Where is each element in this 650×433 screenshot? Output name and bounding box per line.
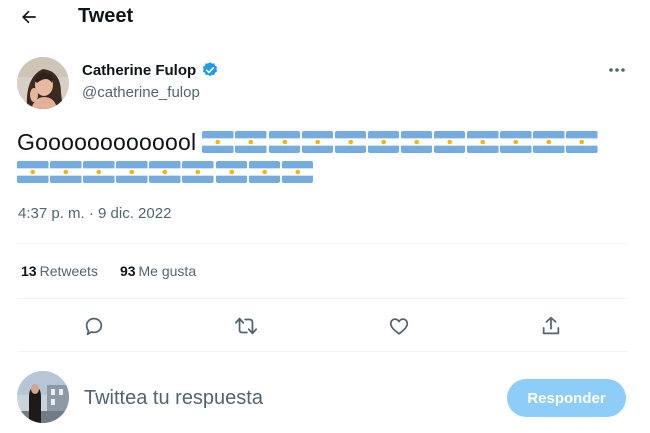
tweet-timestamp[interactable]: 4:37 p. m. · 9 dic. 2022 — [18, 205, 171, 222]
likes-stat[interactable]: 93 Me gusta — [120, 263, 196, 279]
tweet-stats: 13 Retweets 93 Me gusta — [21, 263, 196, 279]
reply-input[interactable] — [84, 384, 474, 412]
author-display-name[interactable]: Catherine Fulop — [82, 62, 196, 79]
argentina-flag-emoji — [533, 131, 565, 153]
argentina-flag-emoji — [268, 131, 300, 153]
divider — [17, 351, 628, 352]
top-bar: Tweet — [0, 0, 650, 34]
verified-badge-icon — [203, 62, 218, 77]
share-icon — [542, 316, 560, 335]
arrow-left-icon — [22, 10, 36, 24]
flag-emoji-group — [17, 161, 314, 183]
argentina-flag-emoji — [235, 131, 267, 153]
tweet-text-word: Gooooooooooool — [17, 128, 197, 155]
likes-count: 93 — [119, 263, 136, 279]
argentina-flag-emoji — [116, 161, 148, 183]
current-user-avatar[interactable] — [17, 371, 69, 423]
avatar-photo — [17, 371, 69, 423]
author-name-row: Catherine Fulop — [82, 61, 219, 79]
argentina-flag-emoji — [400, 131, 433, 153]
argentina-flag-emoji — [367, 131, 400, 153]
argentina-flag-emoji — [182, 161, 214, 183]
heart-icon — [389, 318, 409, 335]
retweet-icon — [234, 317, 258, 335]
likes-label: Me gusta — [138, 263, 197, 279]
page-title: Tweet — [78, 5, 134, 27]
author-avatar[interactable] — [17, 57, 69, 109]
retweets-label: Retweets — [39, 263, 98, 279]
retweets-stat[interactable]: 13 Retweets — [21, 263, 98, 279]
retweets-count: 13 — [21, 263, 37, 279]
share-button[interactable] — [539, 314, 563, 338]
argentina-flag-emoji — [566, 131, 598, 153]
reply-icon — [85, 317, 103, 336]
tweet-text: Gooooooooooool — [17, 127, 627, 187]
argentina-flag-emoji — [301, 131, 334, 153]
argentina-flag-emoji — [202, 131, 234, 153]
back-button[interactable] — [16, 4, 42, 30]
argentina-flag-emoji — [83, 161, 115, 183]
retweet-button[interactable] — [234, 314, 258, 338]
argentina-flag-emoji — [149, 161, 181, 183]
argentina-flag-emoji — [50, 161, 82, 183]
divider — [17, 243, 628, 244]
argentina-flag-emoji — [500, 131, 532, 153]
argentina-flag-emoji — [215, 161, 248, 183]
more-options-button[interactable] — [606, 62, 628, 78]
more-horizontal-icon — [609, 68, 625, 72]
argentina-flag-emoji — [334, 131, 367, 153]
divider — [17, 298, 628, 299]
argentina-flag-emoji — [281, 161, 314, 183]
author-handle[interactable]: @catherine_fulop — [82, 84, 200, 101]
tweet-detail-page: Tweet Catherine Fulop @catherine_fulop G… — [0, 0, 650, 433]
argentina-flag-emoji — [467, 131, 499, 153]
argentina-flag-emoji — [433, 131, 466, 153]
like-button[interactable] — [387, 314, 411, 338]
avatar-photo — [17, 57, 69, 109]
reply-submit-button[interactable]: Responder — [507, 379, 626, 417]
argentina-flag-emoji — [17, 161, 49, 183]
argentina-flag-emoji — [248, 161, 281, 183]
flag-emoji-group — [202, 131, 598, 153]
reply-button[interactable] — [82, 314, 106, 338]
